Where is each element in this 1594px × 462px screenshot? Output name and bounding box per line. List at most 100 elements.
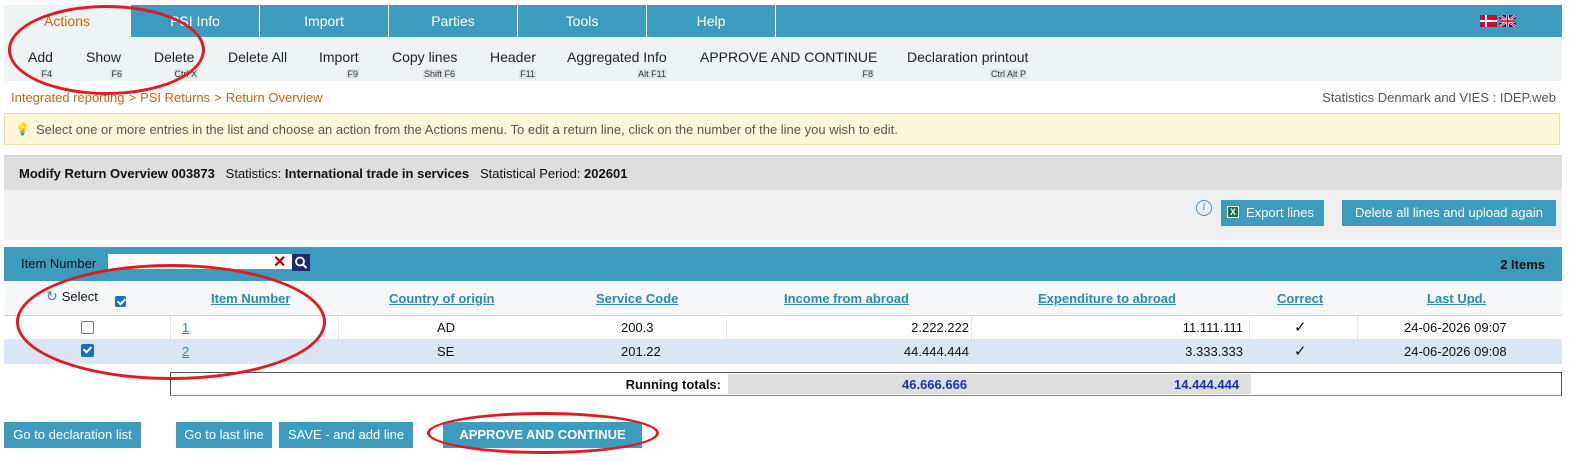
column-divider [971,315,972,339]
table-row: 2 SE 201.22 44.444.444 3.333.333 ✓ 24-06… [4,339,1562,364]
go-to-declaration-list-button[interactable]: Go to declaration list [4,422,141,448]
aggregated-info-shortcut: Alt F11 [637,69,667,79]
panel-title: Modify Return Overview 003873 [19,166,215,181]
breadcrumb-return-overview[interactable]: Return Overview [226,90,323,105]
approve-and-continue-action[interactable]: APPROVE AND CONTINUE F8 [700,49,877,79]
save-and-add-line-button[interactable]: SAVE - and add line [279,422,413,448]
filter-bar: Item Number ✕ 2 Items [4,247,1562,281]
table-row: 1 AD 200.3 2.222.222 11.111.111 ✓ 24-06-… [4,315,1562,340]
running-totals-row: Running totals: 46.666.666 14.444.444 [170,372,1562,396]
add-shortcut: F4 [40,69,53,79]
tab-help[interactable]: Help [647,5,776,37]
declaration-printout-shortcut: Ctrl Alt P [989,69,1027,79]
return-header-panel: Modify Return Overview 003873 Statistics… [4,155,1562,240]
refresh-icon[interactable]: ↻ [46,288,58,304]
info-message-text: Select one or more entries in the list a… [36,122,898,137]
show-shortcut: F6 [110,69,123,79]
tab-parties[interactable]: Parties [389,5,518,37]
country-cell: AD [437,320,456,335]
country-cell: SE [437,344,455,359]
excel-icon: X [1227,206,1239,218]
row-select-checkbox[interactable] [81,321,94,334]
header-last-updated[interactable]: Last Upd. [1427,291,1486,306]
tab-import[interactable]: Import [260,5,389,37]
column-divider [170,315,171,339]
statistics-label: Statistics: [225,166,282,181]
header-action[interactable]: Header F11 [490,49,536,79]
row-select-checkbox[interactable] [81,344,94,357]
go-to-last-line-button[interactable]: Go to last line [176,422,272,448]
total-income: 46.666.666 [902,377,968,392]
danish-flag-icon[interactable] [1480,15,1497,27]
copy-lines-shortcut: Shift F6 [422,69,456,79]
breadcrumb: Integrated reporting > PSI Returns > Return … [11,90,323,105]
column-divider [338,315,339,339]
check-mark-icon: ✓ [1294,319,1307,336]
tab-tools[interactable]: Tools [518,5,647,37]
export-lines-label: Export lines [1246,205,1314,220]
breadcrumb-integrated-reporting[interactable]: Integrated reporting [11,90,124,105]
import-shortcut: F9 [346,69,359,79]
running-totals-label: Running totals: [625,377,721,392]
income-cell: 44.444.444 [903,344,969,359]
delete-all-action[interactable]: Delete All [228,49,290,65]
show-action[interactable]: Show F6 [86,49,123,79]
items-count: 2 Items [1500,257,1545,272]
service-code-cell: 200.3 [621,320,654,335]
header-income-from-abroad[interactable]: Income from abroad [784,291,909,306]
header-shortcut: F11 [519,69,536,79]
delete-all-and-upload-button[interactable]: Delete all lines and upload again [1342,200,1556,226]
info-icon[interactable]: i [1196,200,1212,216]
header-country-of-origin[interactable]: Country of origin [389,291,494,306]
item-number-link[interactable]: 1 [182,320,189,335]
statistics-value: International trade in services [284,166,470,181]
select-label: Select [61,289,98,304]
info-message-bar: 💡 Select one or more entries in the list… [4,113,1560,145]
table-header: ↻ Select Item Number Country of origin Se… [4,281,1562,316]
last-updated-cell: 24-06-2026 09:08 [1404,344,1507,359]
column-divider [726,315,727,339]
last-updated-cell: 24-06-2026 09:07 [1404,320,1507,335]
delete-shortcut: Ctrl X [173,69,198,79]
actions-toolbar: Add F4 Show F6 Delete Ctrl X Delete All Imp… [4,37,1562,81]
header-service-code[interactable]: Service Code [596,291,678,306]
item-number-filter-label: Item Number [21,256,97,271]
approve-shortcut: F8 [861,69,874,79]
header-item-number[interactable]: Item Number [211,291,290,306]
lightbulb-icon: 💡 [15,122,30,136]
add-action[interactable]: Add F4 [28,49,53,79]
period-value: 202601 [584,166,628,181]
tab-psi-info[interactable]: PSI Info [131,5,260,37]
header-correct[interactable]: Correct [1277,291,1323,306]
delete-action[interactable]: Delete Ctrl X [154,49,198,79]
item-number-link[interactable]: 2 [182,344,189,359]
app-name: Statistics Denmark and VIES : IDEP.web [1322,90,1556,105]
breadcrumb-separator: > [214,90,222,105]
clear-icon[interactable]: ✕ [273,252,286,272]
period-label: Statistical Period: [479,166,581,181]
service-code-cell: 201.22 [621,344,661,359]
select-all-checkbox[interactable] [115,296,126,307]
income-cell: 2.222.222 [911,320,969,335]
select-column-header: ↻ Select [46,288,98,305]
breadcrumb-separator: > [128,90,137,105]
panel-title-bar: Modify Return Overview 003873 Statistics… [4,156,1562,190]
export-lines-button[interactable]: X Export lines [1221,200,1324,226]
expenditure-cell: 3.333.333 [1185,344,1243,359]
uk-flag-icon[interactable] [1499,15,1516,27]
header-expenditure-to-abroad[interactable]: Expenditure to abroad [1038,291,1176,306]
totals-background [728,374,1251,394]
item-number-filter-input[interactable] [108,254,294,269]
aggregated-info-action[interactable]: Aggregated Info Alt F11 [567,49,667,79]
check-mark-icon: ✓ [1294,343,1307,360]
approve-and-continue-button[interactable]: APPROVE AND CONTINUE [443,422,642,448]
column-divider [1357,315,1358,339]
tab-actions[interactable]: Actions [4,5,131,37]
column-divider [1249,315,1250,339]
copy-lines-action[interactable]: Copy lines Shift F6 [392,49,457,79]
declaration-printout-action[interactable]: Declaration printout Ctrl Alt P [907,49,1028,79]
import-action[interactable]: Import F9 [319,49,359,79]
breadcrumb-psi-returns[interactable]: PSI Returns [140,90,210,105]
main-menu-bar: Actions PSI Info Import Parties Tools He… [4,5,1562,37]
search-icon[interactable] [292,254,310,271]
